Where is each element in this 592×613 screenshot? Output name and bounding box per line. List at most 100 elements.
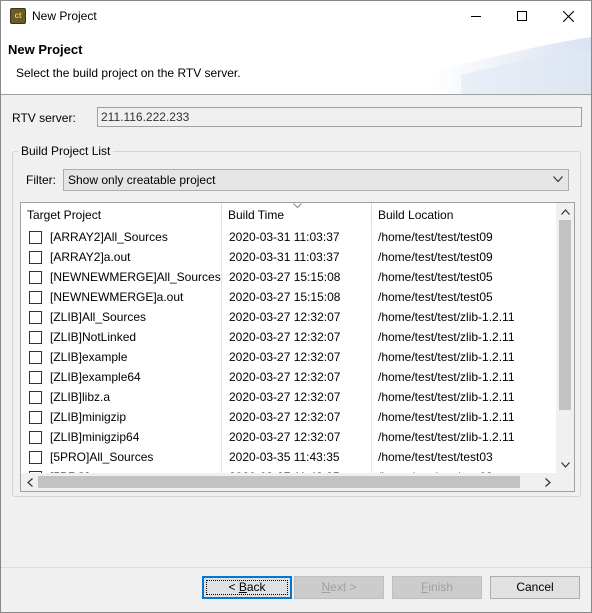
- cell-build-time: 2020-03-27 12:32:07: [222, 427, 372, 447]
- cell-build-location: /home/test/test/zlib-1.2.11: [378, 430, 515, 444]
- title-bar: ct New Project: [1, 1, 591, 31]
- filter-selected-value: Show only creatable project: [68, 173, 216, 187]
- row-checkbox[interactable]: [29, 271, 42, 284]
- finish-button-label: Finish: [420, 580, 454, 594]
- cell-build-time: 2020-03-27 12:32:07: [222, 307, 372, 327]
- back-button[interactable]: < Back: [202, 576, 292, 599]
- project-name: [ZLIB]All_Sources: [50, 310, 147, 324]
- table-row[interactable]: [ZLIB]example64 2020-03-27 12:32:07/home/…: [21, 367, 556, 387]
- minimize-icon: [471, 16, 481, 17]
- chevron-right-icon: [544, 477, 551, 487]
- row-checkbox[interactable]: [29, 391, 42, 404]
- row-checkbox[interactable]: [29, 351, 42, 364]
- focus-ring: [206, 580, 288, 595]
- banner-graphic: [431, 37, 591, 94]
- cell-build-time: 2020-03-27 12:32:07: [222, 367, 372, 387]
- maximize-icon: [517, 11, 527, 21]
- project-name: [ARRAY2]All_Sources: [50, 230, 168, 244]
- row-checkbox[interactable]: [29, 331, 42, 344]
- finish-button[interactable]: Finish: [392, 576, 482, 599]
- chevron-left-icon: [26, 477, 33, 487]
- horizontal-scrollbar[interactable]: [21, 473, 556, 491]
- cell-target-project: [ZLIB]NotLinked: [21, 327, 222, 347]
- table-row[interactable]: [ARRAY2]All_Sources 2020-03-31 11:03:37/h…: [21, 227, 556, 247]
- vertical-scrollbar[interactable]: [556, 203, 574, 473]
- project-name: [ZLIB]example64: [50, 370, 141, 384]
- project-name: [ARRAY2]a.out: [50, 250, 131, 264]
- cell-target-project: [NEWNEWMERGE]a.out: [21, 287, 222, 307]
- table-row[interactable]: [ARRAY2]a.out 2020-03-31 11:03:37/home/te…: [21, 247, 556, 267]
- project-name: [NEWNEWMERGE]a.out: [50, 290, 184, 304]
- cell-build-location: /home/test/test/test09: [378, 230, 493, 244]
- table-row[interactable]: [ZLIB]minigzip 2020-03-27 12:32:07/home/t…: [21, 407, 556, 427]
- row-checkbox[interactable]: [29, 251, 42, 264]
- wizard-banner: New Project Select the build project on …: [1, 31, 591, 95]
- footer-separator: [1, 567, 591, 568]
- project-name: [ZLIB]example: [50, 350, 128, 364]
- cell-build-location: /home/test/test/zlib-1.2.11: [378, 330, 515, 344]
- cell-target-project: [5PRO]All_Sources: [21, 447, 222, 467]
- rtv-server-field: 211.116.222.233: [97, 107, 582, 127]
- cell-build-location: /home/test/test/zlib-1.2.11: [378, 350, 515, 364]
- new-project-dialog: ct New Project New Project Select the bu…: [0, 0, 592, 613]
- row-checkbox[interactable]: [29, 411, 42, 424]
- cell-build-time: 2020-03-27 12:32:07: [222, 327, 372, 347]
- cell-build-time: 2020-03-27 15:15:08: [222, 287, 372, 307]
- cell-build-location: /home/test/test/zlib-1.2.11: [378, 390, 515, 404]
- project-name: [ZLIB]libz.a: [50, 390, 111, 404]
- row-checkbox[interactable]: [29, 291, 42, 304]
- chevron-up-icon: [560, 208, 570, 215]
- row-checkbox[interactable]: [29, 451, 42, 464]
- table-row[interactable]: [5PRO]All_Sources 2020-03-35 11:43:35/hom…: [21, 447, 556, 467]
- project-table: Target Project Build Time Build Location…: [20, 202, 575, 492]
- column-header-target-project[interactable]: Target Project: [21, 203, 222, 227]
- scroll-down-button[interactable]: [556, 456, 574, 473]
- cancel-button[interactable]: Cancel: [490, 576, 580, 599]
- cell-build-location: /home/test/test/test09: [378, 250, 493, 264]
- vertical-scroll-thumb[interactable]: [559, 220, 571, 410]
- horizontal-scroll-thumb[interactable]: [38, 476, 520, 488]
- chevron-down-icon: [560, 461, 570, 468]
- table-header: Target Project Build Time Build Location: [21, 203, 556, 227]
- table-row[interactable]: [ZLIB]NotLinked 2020-03-27 12:32:07/home/…: [21, 327, 556, 347]
- scroll-up-button[interactable]: [556, 203, 574, 220]
- filter-label: Filter:: [26, 173, 56, 187]
- cell-target-project: [ZLIB]minigzip: [21, 407, 222, 427]
- table-row[interactable]: [ZLIB]All_Sources 2020-03-27 12:32:07/hom…: [21, 307, 556, 327]
- cancel-button-label: Cancel: [516, 580, 554, 594]
- project-name: [ZLIB]minigzip: [50, 410, 127, 424]
- column-header-build-location[interactable]: Build Location: [372, 203, 556, 227]
- cell-target-project: [ZLIB]minigzip64: [21, 427, 222, 447]
- cell-build-time: 2020-03-27 15:15:08: [222, 267, 372, 287]
- cell-build-location: /home/test/test/zlib-1.2.11: [378, 370, 515, 384]
- table-row[interactable]: [NEWNEWMERGE]All_Sources 2020-03-27 15:15…: [21, 267, 556, 287]
- scroll-left-button[interactable]: [21, 473, 38, 491]
- cell-target-project: [ZLIB]libz.a: [21, 387, 222, 407]
- scroll-right-button[interactable]: [539, 473, 556, 491]
- row-checkbox[interactable]: [29, 371, 42, 384]
- table-row[interactable]: [ZLIB]example 2020-03-27 12:32:07/home/te…: [21, 347, 556, 367]
- cell-target-project: [ARRAY2]All_Sources: [21, 227, 222, 247]
- close-button[interactable]: [545, 1, 591, 31]
- next-button[interactable]: Next >: [294, 576, 384, 599]
- row-checkbox[interactable]: [29, 431, 42, 444]
- cell-target-project: [NEWNEWMERGE]All_Sources: [21, 267, 222, 287]
- table-row[interactable]: [ZLIB]libz.a 2020-03-27 12:32:07/home/tes…: [21, 387, 556, 407]
- maximize-button[interactable]: [499, 1, 545, 31]
- cell-build-time: 2020-03-27 12:32:07: [222, 407, 372, 427]
- project-name: [5PRO]All_Sources: [50, 450, 154, 464]
- cell-build-location: /home/test/test/zlib-1.2.11: [378, 310, 515, 324]
- cell-build-time: 2020-03-27 12:32:07: [222, 347, 372, 367]
- chevron-down-icon: [553, 176, 563, 183]
- cell-target-project: [ZLIB]example: [21, 347, 222, 367]
- table-row[interactable]: [ZLIB]minigzip64 2020-03-27 12:32:07/home…: [21, 427, 556, 447]
- table-row[interactable]: [NEWNEWMERGE]a.out 2020-03-27 15:15:08/ho…: [21, 287, 556, 307]
- group-title: Build Project List: [18, 144, 114, 158]
- scrollbar-corner: [556, 473, 574, 491]
- app-icon: ct: [10, 8, 26, 24]
- filter-dropdown[interactable]: Show only creatable project: [63, 169, 569, 191]
- cell-target-project: [ARRAY2]a.out: [21, 247, 222, 267]
- minimize-button[interactable]: [453, 1, 499, 31]
- row-checkbox[interactable]: [29, 311, 42, 324]
- row-checkbox[interactable]: [29, 231, 42, 244]
